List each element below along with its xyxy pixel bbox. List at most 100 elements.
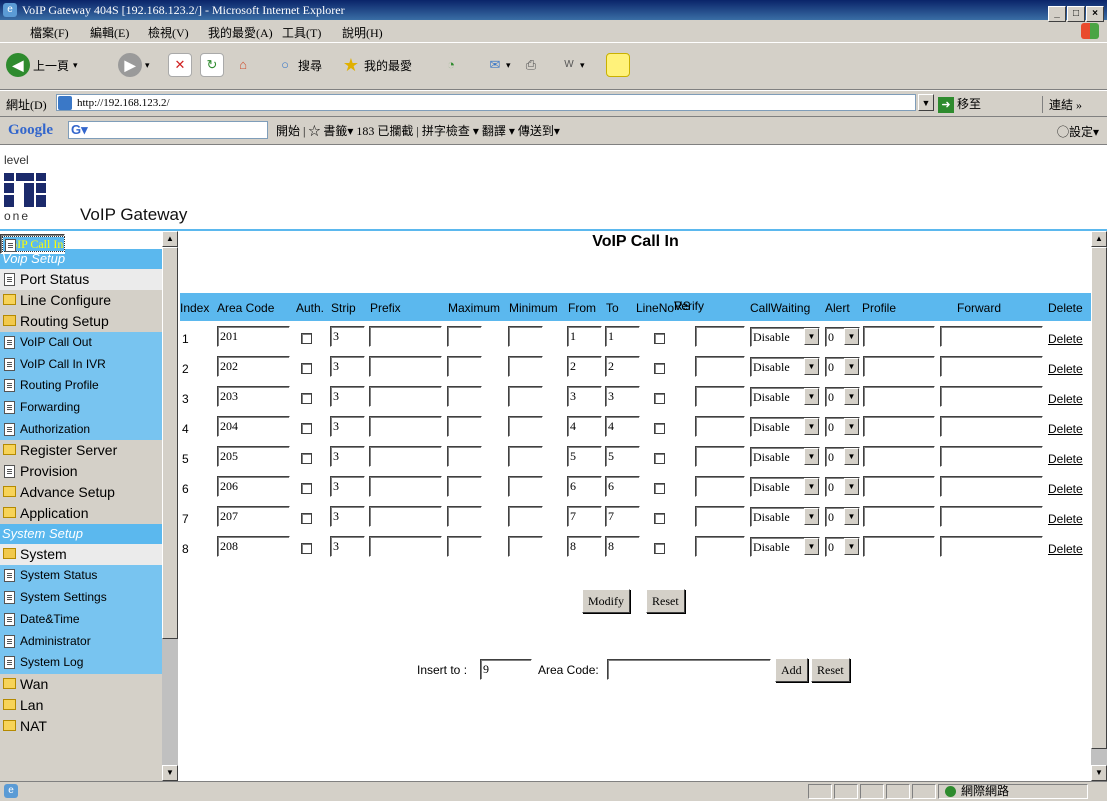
strip-input[interactable]: 3 [330,386,365,407]
edit-button[interactable]: W ▾ [558,49,584,81]
callwaiting-select[interactable]: Disable ▼ [750,537,820,557]
area-code-input[interactable]: 207 [217,506,290,527]
strip-input[interactable]: 3 [330,356,365,377]
sidebar-item-system-status[interactable]: System Status [0,565,162,588]
to-input[interactable]: 3 [605,386,640,407]
prefix-input[interactable] [369,536,442,557]
auth-checkbox[interactable] [301,543,312,554]
sidebar-item-routing-profile[interactable]: Routing Profile [0,375,162,398]
forward-input[interactable] [940,536,1043,557]
profile-input[interactable] [863,446,935,467]
prefix-input[interactable] [369,386,442,407]
from-input[interactable]: 8 [567,536,602,557]
strip-input[interactable]: 3 [330,326,365,347]
sidebar-item-advance-setup[interactable]: Advance Setup [0,482,162,504]
scrollbar-thumb[interactable] [162,247,178,639]
minimum-input[interactable] [508,446,543,467]
area-code-input[interactable]: 205 [217,446,290,467]
delete-link[interactable]: Delete [1048,452,1083,466]
address-input[interactable]: http://192.168.123.2/ [56,94,916,111]
google-toolbar-items[interactable]: 開始 | ☆ 書籤▾ 183 已攔截 | 拼字檢查 ▾ 翻譯 ▾ 傳送到▾ [276,122,560,139]
sidebar-item-lan[interactable]: Lan [0,694,162,716]
to-input[interactable]: 5 [605,446,640,467]
maximum-input[interactable] [447,356,482,377]
alert-select[interactable]: 0 ▼ [825,447,860,467]
links-button[interactable]: 連結 » [1042,96,1082,113]
lineno-checkbox[interactable] [654,393,665,404]
sidebar-item-forwarding[interactable]: Forwarding [0,397,162,419]
stop-button[interactable]: ✕ [168,49,192,81]
menu-file[interactable]: 檔案(F) [30,24,69,41]
menu-favorites[interactable]: 我的最愛(A) [208,24,273,41]
lineno-checkbox[interactable] [654,333,665,344]
from-input[interactable]: 6 [567,476,602,497]
forward-input[interactable] [940,446,1043,467]
google-search-input[interactable]: G▾ [68,121,268,139]
scroll-down-icon[interactable]: ▼ [162,765,178,781]
delete-link[interactable]: Delete [1048,362,1083,376]
minimum-input[interactable] [508,386,543,407]
from-input[interactable]: 2 [567,356,602,377]
scroll-down-icon[interactable]: ▼ [1091,765,1107,781]
insert-index-input[interactable]: 9 [480,659,532,680]
sidebar-item-administrator[interactable]: Administrator [0,630,162,653]
forward-input[interactable] [940,386,1043,407]
main-scrollbar[interactable]: ▲ ▼ [1091,231,1107,781]
alert-select[interactable]: 0 ▼ [825,507,860,527]
maximum-input[interactable] [447,416,482,437]
maximum-input[interactable] [447,446,482,467]
prefix-input[interactable] [369,326,442,347]
alert-select[interactable]: 0 ▼ [825,477,860,497]
search-button[interactable]: ○ 搜尋 [274,49,322,81]
strip-input[interactable]: 3 [330,506,365,527]
mail-button[interactable]: ✉ ▾ [484,49,511,81]
forward-input[interactable] [940,476,1043,497]
maximum-input[interactable] [447,476,482,497]
area-code-input[interactable]: 204 [217,416,290,437]
prefix-input[interactable] [369,506,442,527]
callwaiting-select[interactable]: Disable ▼ [750,327,820,347]
area-code-input[interactable]: 202 [217,356,290,377]
delete-link[interactable]: Delete [1048,422,1083,436]
profile-input[interactable] [863,356,935,377]
sidebar-item-wan[interactable]: Wan [0,673,162,695]
scrollbar-thumb[interactable] [1091,247,1107,749]
auth-checkbox[interactable] [301,333,312,344]
rs-verify-input[interactable] [695,326,745,347]
sidebar-item-application[interactable]: Application [0,503,162,525]
history-button[interactable]: ◔ [440,49,462,81]
sidebar-item-authorization[interactable]: Authorization [0,418,162,441]
forward-input[interactable] [940,356,1043,377]
rs-verify-input[interactable] [695,506,745,527]
profile-input[interactable] [863,416,935,437]
from-input[interactable]: 7 [567,506,602,527]
auth-checkbox[interactable] [301,483,312,494]
maximum-input[interactable] [447,536,482,557]
alert-select[interactable]: 0 ▼ [825,537,860,557]
profile-input[interactable] [863,386,935,407]
forward-input[interactable] [940,326,1043,347]
go-button[interactable]: ➜ 移至 [938,95,981,114]
strip-input[interactable]: 3 [330,476,365,497]
callwaiting-select[interactable]: Disable ▼ [750,507,820,527]
minimum-input[interactable] [508,536,543,557]
back-button[interactable]: ◀ 上一頁 ▾ [6,49,78,81]
rs-verify-input[interactable] [695,536,745,557]
auth-checkbox[interactable] [301,513,312,524]
delete-link[interactable]: Delete [1048,482,1083,496]
rs-verify-input[interactable] [695,386,745,407]
rs-verify-input[interactable] [695,476,745,497]
to-input[interactable]: 8 [605,536,640,557]
prefix-input[interactable] [369,476,442,497]
maximum-input[interactable] [447,506,482,527]
add-button[interactable]: Add [775,658,808,682]
auth-checkbox[interactable] [301,363,312,374]
alert-select[interactable]: 0 ▼ [825,327,860,347]
prefix-input[interactable] [369,356,442,377]
minimum-input[interactable] [508,476,543,497]
minimum-input[interactable] [508,416,543,437]
callwaiting-select[interactable]: Disable ▼ [750,417,820,437]
alert-select[interactable]: 0 ▼ [825,417,860,437]
sidebar-item-date-time[interactable]: Date&Time [0,608,162,631]
callwaiting-select[interactable]: Disable ▼ [750,357,820,377]
